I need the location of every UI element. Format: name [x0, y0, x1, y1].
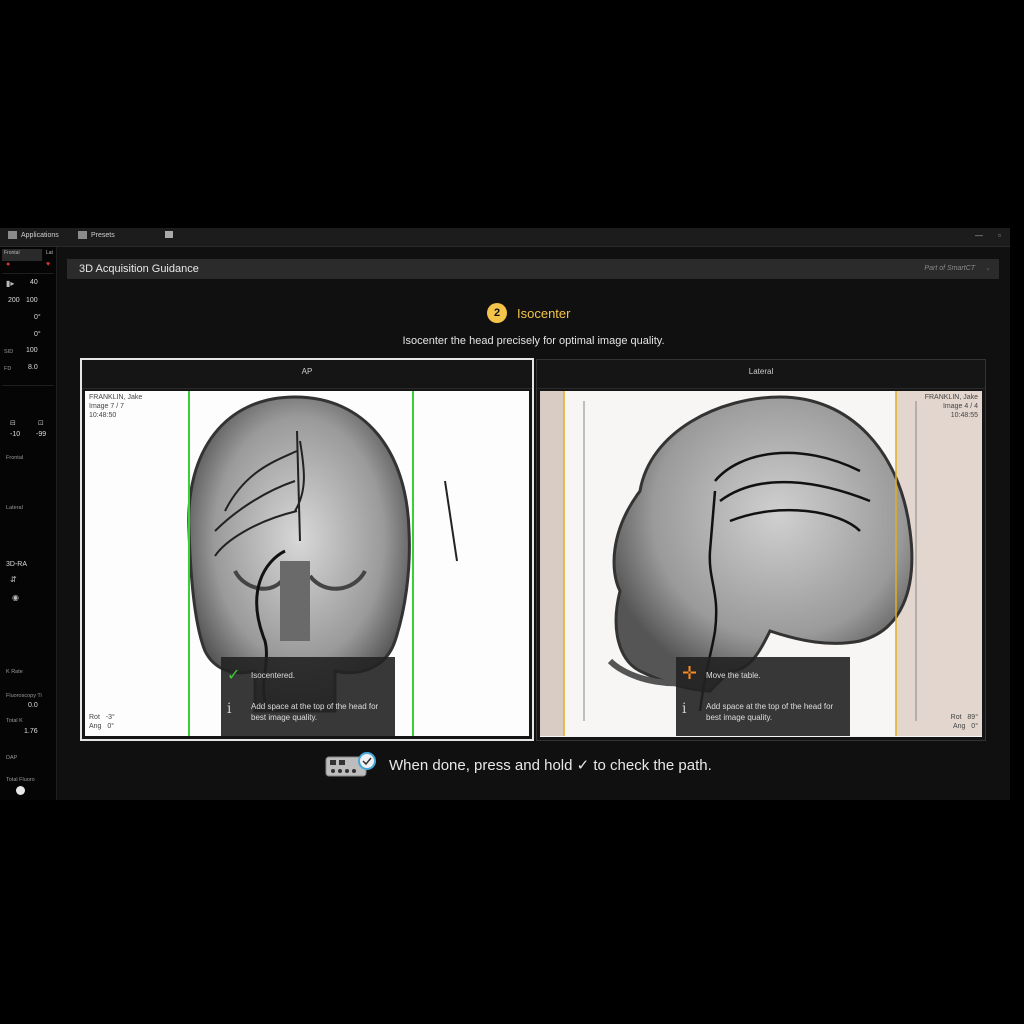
sid-value: 100	[26, 347, 38, 354]
table-height-icon: ⊟	[10, 420, 16, 427]
step-title: Isocenter	[517, 305, 571, 321]
lateral-label: Lateral	[6, 505, 23, 511]
presets-icon	[78, 231, 87, 239]
table-value-1: -10	[10, 431, 21, 438]
lateral-view-panel[interactable]: Lateral FRANKLIN, Jake Image 4 / 4 10:48…	[536, 359, 986, 741]
total-fluoro-label: Total Fluoro	[6, 777, 35, 783]
lateral-hint-text: Add space at the top of the head for bes…	[706, 702, 834, 722]
main-content: 3D Acquisition Guidance Part of SmartCT …	[57, 247, 1010, 800]
ap-xray-image: FRANKLIN, Jake Image 7 / 7 10:48:50 Rot …	[85, 391, 529, 736]
angle-1: 0°	[34, 314, 41, 321]
k-rate-label: K Rate	[6, 669, 23, 675]
table-value-2: -99	[36, 431, 47, 438]
kv-value: 40	[30, 279, 38, 286]
radiation-icon: ●	[6, 261, 11, 268]
heart-icon: ♥	[46, 261, 51, 268]
chevron-down-icon[interactable]: ⌄	[985, 264, 991, 272]
left-status-panel: Frontal Lat ● ♥ ▮▸ 40 200 100 0° 0° SID …	[0, 247, 57, 800]
guidance-header: 3D Acquisition Guidance Part of SmartCT …	[67, 259, 999, 279]
restore-icon[interactable]: ▫	[998, 231, 1001, 240]
acquisition-mode: 3D-RA	[6, 561, 28, 568]
step-indicator: 2 Isocenter	[487, 303, 570, 323]
total-k-value: 1.76	[24, 728, 38, 735]
lateral-status-text: Move the table.	[706, 671, 761, 680]
page-title: 3D Acquisition Guidance	[79, 263, 199, 275]
tab-frontal[interactable]: Frontal	[2, 249, 42, 261]
ap-hint-text: Add space at the top of the head for bes…	[251, 702, 379, 722]
lateral-image-info: FRANKLIN, Jake Image 4 / 4 10:48:55	[924, 394, 978, 419]
fluoro-time-value: 0.0	[28, 702, 38, 709]
fluoro-time-label: Fluoroscopy Ti	[6, 693, 42, 699]
lateral-xray-image: FRANKLIN, Jake Image 4 / 4 10:48:55 Rot …	[540, 391, 982, 737]
tool-button[interactable]	[165, 231, 173, 238]
angle-2: 0°	[34, 331, 41, 338]
bottom-instruction-text: When done, press and hold ✓ to check the…	[389, 757, 712, 774]
step-instruction: Isocenter the head precisely for optimal…	[402, 335, 665, 347]
table-lateral-icon: ⊡	[38, 420, 44, 427]
check-icon: ✓	[227, 667, 241, 684]
tool-icon	[165, 231, 173, 238]
control-pad-icon	[325, 752, 376, 777]
status-light-icon	[16, 786, 25, 795]
ap-image-info: FRANKLIN, Jake Image 7 / 7 10:48:50	[89, 394, 143, 419]
info-icon: i	[682, 701, 687, 717]
frontal-label: Frontal	[6, 455, 24, 461]
value-100: 100	[26, 297, 38, 304]
lateral-angle-info: Rot 89° Ang 0°	[950, 714, 978, 730]
dap-label: DAP	[6, 755, 18, 761]
ap-angle-info: Rot -3° Ang 0°	[89, 714, 115, 730]
lateral-guidance-box: ✛ Move the table. i Add space at the top…	[676, 657, 850, 736]
ap-view-label: AP	[82, 360, 532, 389]
applications-icon	[8, 231, 17, 239]
top-bar: Applications Presets — ▫	[0, 228, 1010, 247]
value-200: 200	[8, 297, 20, 304]
ap-view-panel[interactable]: AP FRANKLIN, Jake Image 7 / 7 10:48:50 R…	[80, 358, 534, 741]
sid-label: SID	[4, 349, 14, 355]
move-table-icon: ✛	[682, 663, 698, 683]
fd-label: FD	[4, 366, 12, 372]
step-number-badge: 2	[487, 303, 507, 323]
lateral-view-label: Lateral	[537, 360, 985, 389]
eye-icon: ◉	[12, 593, 19, 602]
total-k-label: Total K	[6, 718, 23, 724]
info-icon: i	[227, 701, 232, 717]
minimize-icon[interactable]: —	[975, 231, 983, 240]
brand-label: Part of SmartCT	[924, 265, 975, 272]
fd-value: 8.0	[28, 364, 38, 371]
ap-guidance-box: ✓ Isocentered. i Add space at the top of…	[221, 657, 395, 736]
tab-lat[interactable]: Lat	[44, 249, 55, 261]
presets-menu[interactable]: Presets	[78, 231, 115, 239]
rotation-icon: ⇵	[10, 575, 17, 584]
kv-icon: ▮▸	[6, 279, 15, 288]
applications-menu[interactable]: Applications	[8, 231, 59, 239]
application-window: Applications Presets — ▫ Frontal Lat ● ♥…	[0, 228, 1010, 800]
ap-status-text: Isocentered.	[251, 671, 296, 680]
bottom-instruction: When done, press and hold ✓ to check the…	[325, 752, 712, 778]
